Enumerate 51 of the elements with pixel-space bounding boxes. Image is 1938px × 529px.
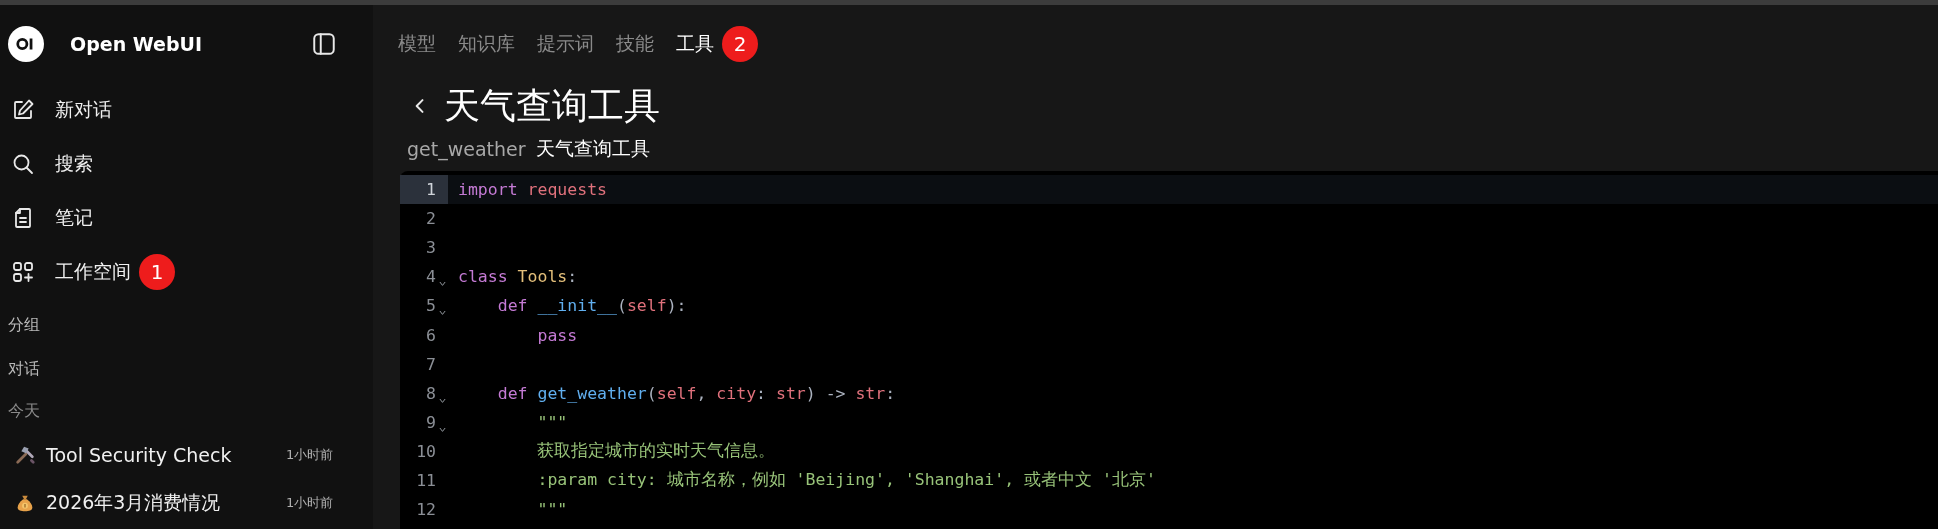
line-number: 8 xyxy=(426,383,436,403)
line-number: 10 xyxy=(416,441,436,461)
line-number: 2 xyxy=(426,209,436,229)
tab[interactable]: 模型 xyxy=(398,31,436,57)
sidebar-icon xyxy=(311,31,337,57)
tool-title: 天气查询工具 xyxy=(444,83,660,128)
tools-icon xyxy=(14,444,36,466)
line-number: 1 xyxy=(426,180,436,200)
logo-icon xyxy=(8,26,44,62)
code-line: """ xyxy=(536,500,568,520)
line-number: 4 xyxy=(426,267,436,287)
chat-item[interactable]: 2026年3月消费情况 1小时前 xyxy=(8,479,373,527)
nav-item[interactable]: 新对话 xyxy=(8,83,373,137)
code-line: def __init__(self): xyxy=(496,296,687,316)
code-editor[interactable]: 1 import requests 2 3 4 class Tools: 5 def __init__(self): 6 pass 7 8 def get_weather(self, city: str) -> str: 9 """ 10 获取指定城市的实时天气信息。 11 :param city: 城市名称，例如 'Beijing', 'Shanghai', 或者中文 '北京' 12 """ xyxy=(400,171,1938,529)
line-number: 7 xyxy=(426,354,436,374)
sidebar-toggle-button[interactable] xyxy=(311,31,337,57)
date-label: 今天 xyxy=(8,399,41,422)
line-number: 5 xyxy=(426,296,436,316)
line-number: 6 xyxy=(426,325,436,345)
code-line: """ xyxy=(536,412,568,432)
tab[interactable]: 技能 xyxy=(616,31,654,57)
line-number: 12 xyxy=(416,500,436,520)
tool-name: 天气查询工具 xyxy=(535,136,650,161)
line-number: 9 xyxy=(426,412,436,432)
tool-id: get_weather xyxy=(407,138,526,160)
pencil-square-icon xyxy=(11,98,35,122)
notification-badge: 1 xyxy=(139,254,175,290)
line-number: 11 xyxy=(416,471,436,490)
chat-time: 1小时前 xyxy=(286,494,334,512)
code-line: pass xyxy=(536,325,578,345)
chat-item[interactable]: Tool Security Check 1小时前 xyxy=(8,431,373,479)
code-line: 获取指定城市的实时天气信息。 xyxy=(536,440,776,463)
nav-item[interactable]: 工作空间 1 xyxy=(8,245,373,299)
tab[interactable]: 提示词 xyxy=(537,31,594,57)
notification-badge: 2 xyxy=(722,26,758,62)
code-line: class Tools: xyxy=(458,267,578,287)
grid-plus-icon xyxy=(11,260,35,284)
nav-item[interactable]: 笔记 xyxy=(8,191,373,245)
section-label: 分组 xyxy=(8,313,41,336)
tab[interactable]: 知识库 xyxy=(458,31,515,57)
line-number: 3 xyxy=(426,238,436,258)
code-line: import requests xyxy=(458,180,607,200)
code-line: :param city: 城市名称，例如 'Beijing', 'Shanghai', 或者中文 '北京' xyxy=(536,469,1156,492)
nav-item[interactable]: 搜索 xyxy=(8,137,373,191)
section-label: 对话 xyxy=(8,357,41,380)
tab[interactable]: 工具 xyxy=(676,31,714,57)
code-line: def get_weather(self, city: str) -> str: xyxy=(496,383,896,403)
chat-time: 1小时前 xyxy=(286,446,334,464)
search-icon xyxy=(11,152,35,176)
app-name: Open WebUI xyxy=(70,33,204,55)
